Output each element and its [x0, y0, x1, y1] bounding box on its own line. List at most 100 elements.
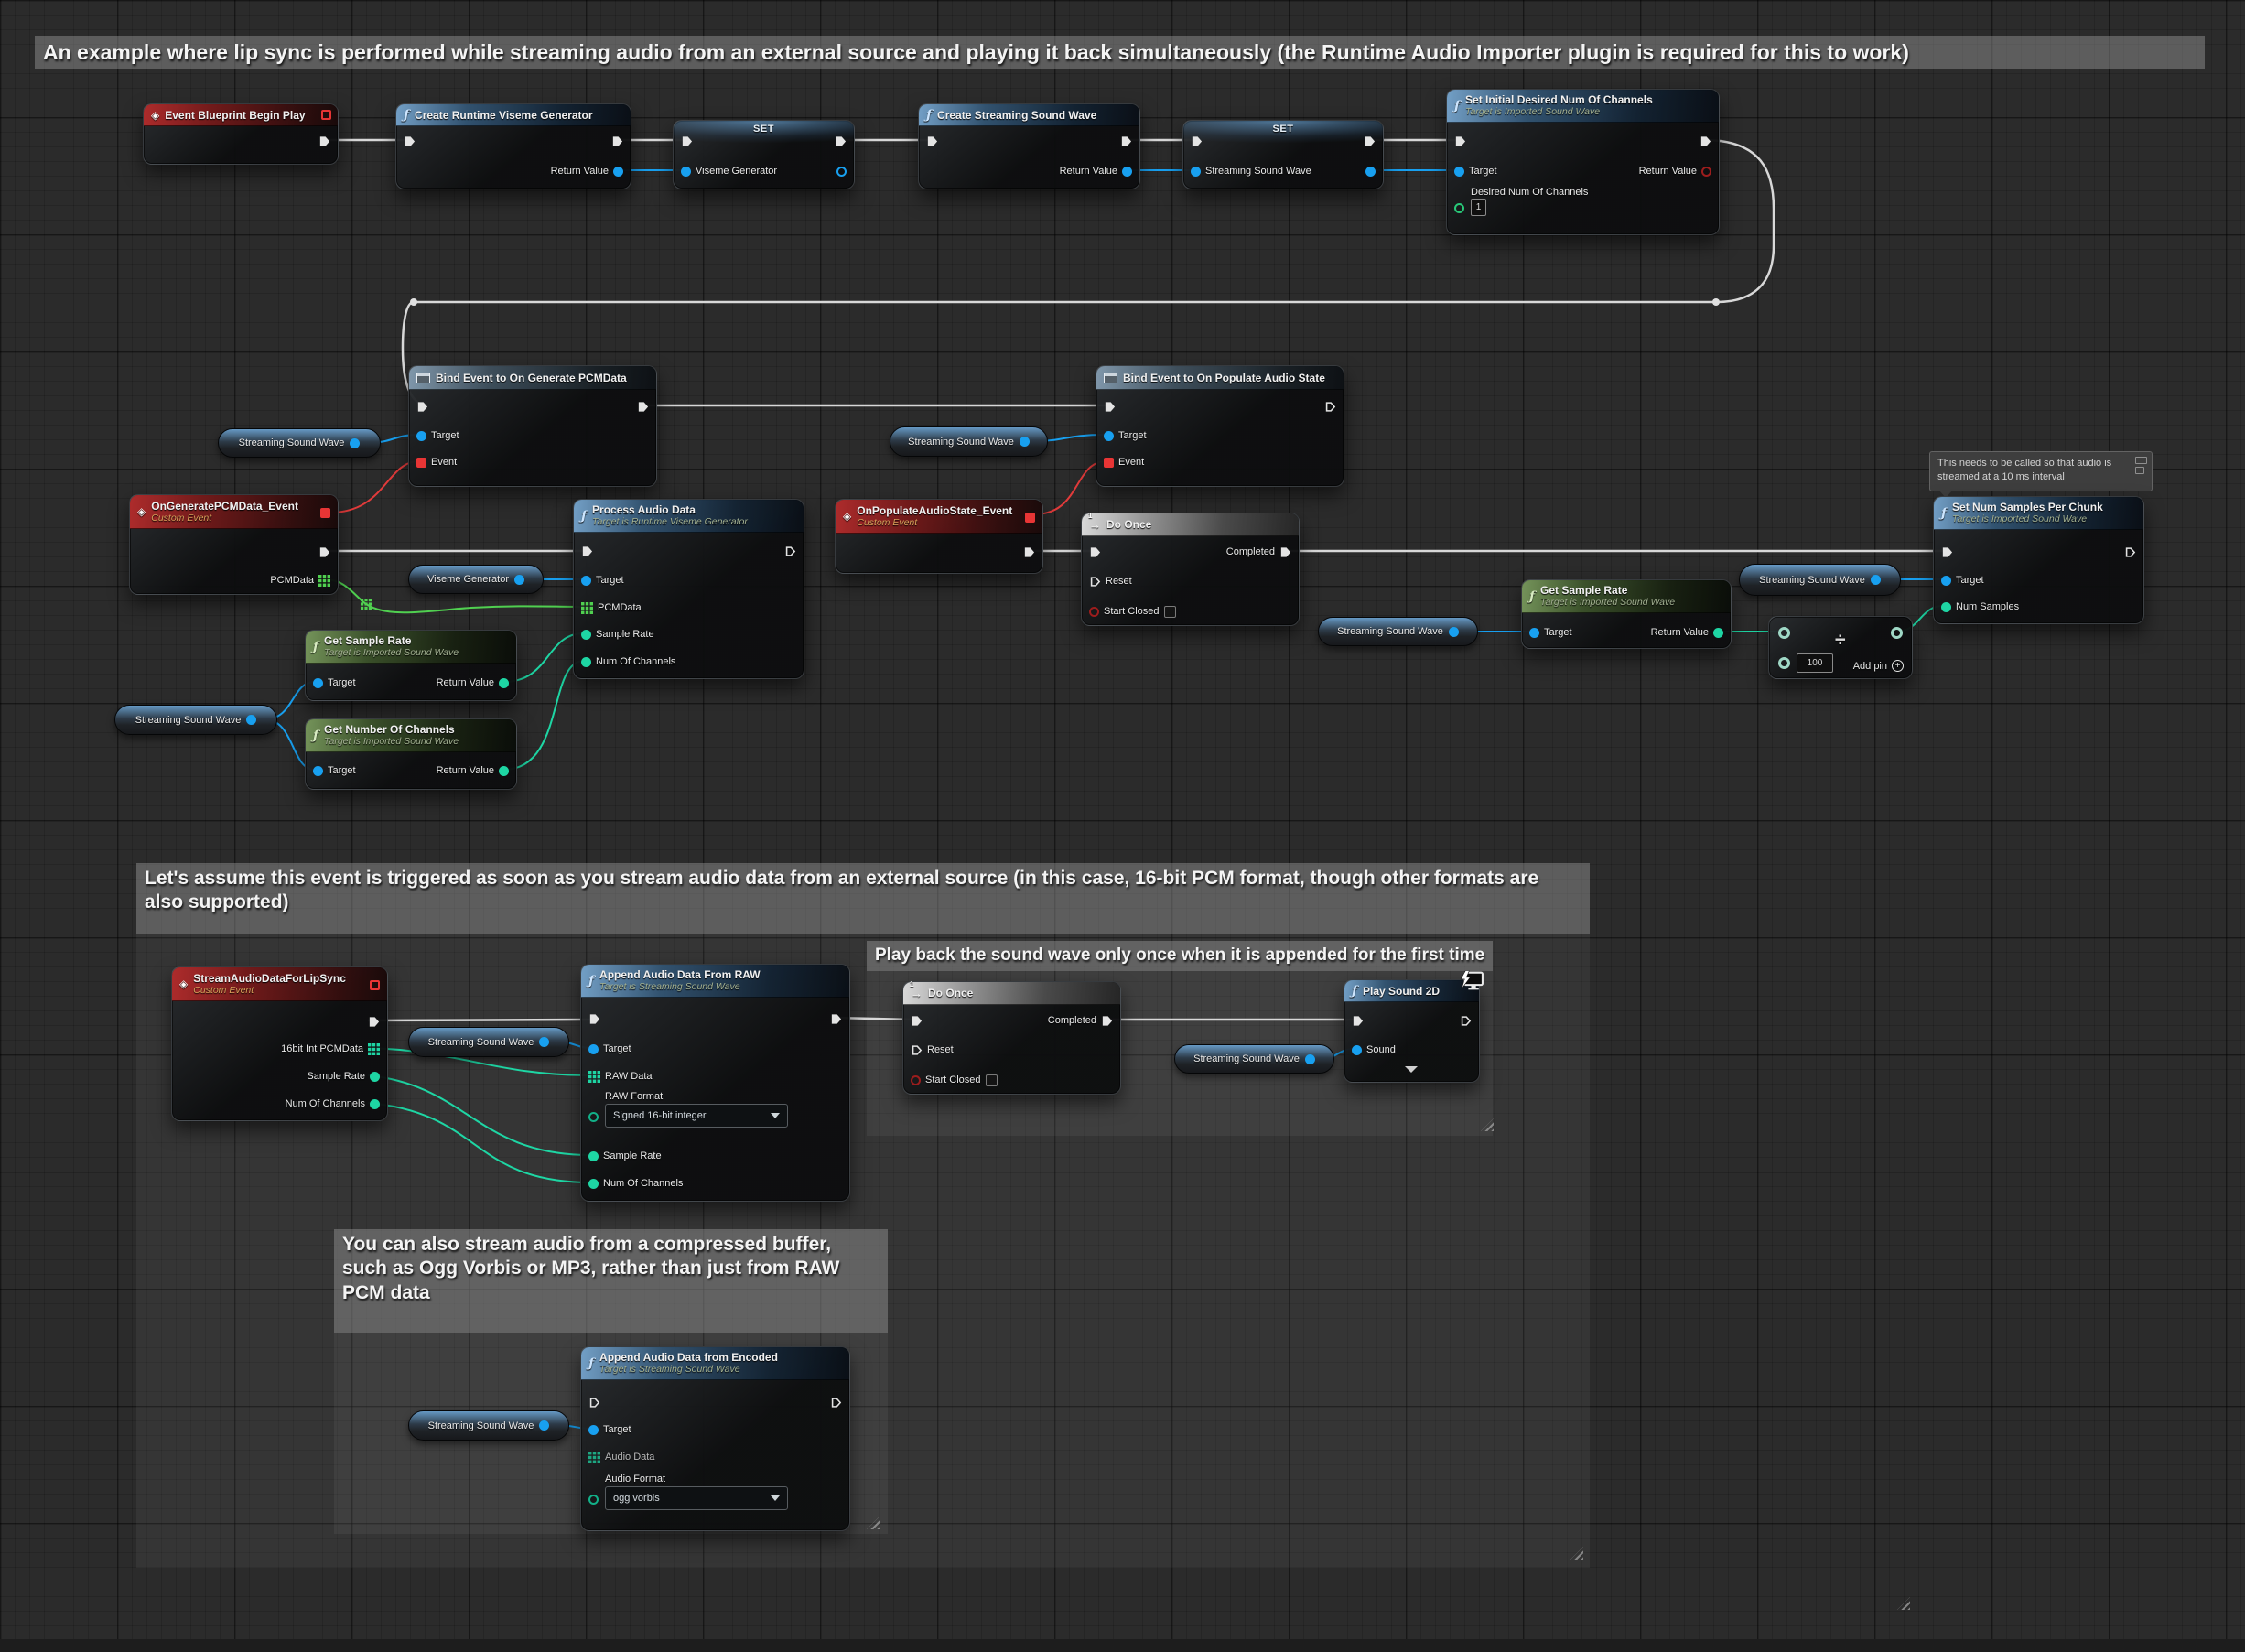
- delegate-pin[interactable]: [1025, 513, 1035, 523]
- delegate-pin[interactable]: [321, 110, 331, 120]
- target-pin[interactable]: Target: [313, 764, 356, 777]
- audio-data-pin[interactable]: Audio Data: [588, 1451, 654, 1463]
- output-pin[interactable]: [539, 1420, 549, 1431]
- num-of-channels-pin[interactable]: Num Of Channels: [588, 1177, 683, 1190]
- event-delegate-pin[interactable]: Event: [416, 456, 457, 469]
- exec-in-pin[interactable]: [1191, 135, 1203, 147]
- exec-out-pin[interactable]: [830, 1012, 842, 1025]
- variable-get-streaming-sound-wave[interactable]: Streaming Sound Wave: [890, 426, 1048, 457]
- exec-out-pin[interactable]: [318, 545, 330, 558]
- output-pin[interactable]: [246, 715, 256, 725]
- pcm16-out-pin[interactable]: 16bit Int PCMData: [281, 1042, 380, 1055]
- node-set-viseme-generator[interactable]: SET Viseme Generator: [673, 120, 855, 189]
- output-pin[interactable]: [539, 1037, 549, 1047]
- num-samples-pin[interactable]: Num Samples: [1941, 600, 2019, 613]
- output-pin[interactable]: [1449, 627, 1459, 637]
- node-event-begin-play[interactable]: ◈ Event Blueprint Begin Play: [143, 103, 339, 165]
- node-onpopulateaudiostate-event[interactable]: ◈ OnPopulateAudioState_EventCustom Event: [835, 499, 1043, 574]
- divide-input-a-pin[interactable]: [1778, 626, 1790, 639]
- exec-in-pin[interactable]: [588, 1012, 600, 1025]
- return-value-pin[interactable]: Return Value: [1639, 165, 1711, 178]
- node-get-sample-rate[interactable]: ƒ Get Sample RateTarget is Imported Soun…: [305, 630, 517, 701]
- delegate-pin[interactable]: [320, 508, 330, 518]
- exec-in-pin[interactable]: [926, 135, 938, 147]
- exec-out-pin[interactable]: [1364, 135, 1376, 147]
- completed-exec-out-pin[interactable]: Completed: [1048, 1014, 1113, 1027]
- return-value-pin[interactable]: Return Value: [551, 165, 623, 178]
- exec-out-pin[interactable]: [1324, 400, 1336, 413]
- sound-pin[interactable]: Sound: [1352, 1043, 1396, 1056]
- exec-out-pin[interactable]: [318, 135, 330, 147]
- return-value-pin[interactable]: Return Value: [437, 764, 509, 777]
- node-set-initial-desired-num-of-channels[interactable]: ƒ Set Initial Desired Num Of ChannelsTar…: [1446, 89, 1720, 235]
- start-closed-pin[interactable]: Start Closed: [911, 1074, 998, 1086]
- divide-input-b-pin[interactable]: [1778, 656, 1790, 669]
- output-pin[interactable]: [1305, 1054, 1315, 1064]
- node-append-audio-data-from-encoded[interactable]: ƒ Append Audio Data from EncodedTarget i…: [580, 1346, 850, 1531]
- output-pin[interactable]: [514, 575, 524, 585]
- exec-in-pin[interactable]: [911, 1014, 923, 1027]
- audio-format-pin[interactable]: [588, 1493, 599, 1506]
- comment-title-assume[interactable]: Let's assume this event is triggered as …: [136, 863, 1590, 934]
- exec-out-pin[interactable]: [835, 135, 847, 147]
- bubble-pin-icon[interactable]: [2135, 457, 2147, 474]
- target-pin[interactable]: Target: [581, 574, 624, 587]
- target-pin[interactable]: Target: [416, 429, 459, 442]
- variable-get-viseme-generator[interactable]: Viseme Generator: [408, 565, 544, 594]
- return-value-pin[interactable]: Return Value: [1651, 626, 1723, 639]
- variable-get-streaming-sound-wave[interactable]: Streaming Sound Wave: [1318, 617, 1478, 646]
- sample-rate-out-pin[interactable]: Sample Rate: [307, 1070, 380, 1083]
- delegate-pin[interactable]: [370, 980, 380, 990]
- raw-format-dropdown[interactable]: Signed 16-bit integer: [605, 1104, 788, 1128]
- exec-out-pin[interactable]: [2124, 545, 2136, 558]
- completed-exec-out-pin[interactable]: Completed: [1226, 545, 1291, 558]
- expand-advanced-pins-icon[interactable]: [1405, 1066, 1418, 1073]
- streaming-sound-wave-out-pin[interactable]: [1365, 165, 1376, 178]
- num-of-channels-out-pin[interactable]: Num Of Channels: [286, 1097, 380, 1110]
- variable-get-streaming-sound-wave[interactable]: Streaming Sound Wave: [1174, 1044, 1334, 1074]
- node-get-sample-rate-2[interactable]: ƒ Get Sample RateTarget is Imported Soun…: [1521, 579, 1732, 649]
- reset-exec-in-pin[interactable]: Reset: [911, 1043, 954, 1056]
- node-create-runtime-viseme-generator[interactable]: ƒ Create Runtime Viseme Generator Return…: [395, 103, 631, 189]
- node-do-once[interactable]: 1→ Do Once Completed Reset Start Closed: [1081, 513, 1300, 626]
- variable-get-streaming-sound-wave[interactable]: Streaming Sound Wave: [408, 1410, 569, 1441]
- divide-value-box[interactable]: 100: [1797, 653, 1833, 673]
- exec-in-pin[interactable]: [416, 400, 428, 413]
- variable-get-streaming-sound-wave[interactable]: Streaming Sound Wave: [218, 428, 381, 458]
- exec-in-pin[interactable]: [1104, 400, 1116, 413]
- variable-get-streaming-sound-wave[interactable]: Streaming Sound Wave: [408, 1027, 569, 1057]
- comment-resize-handle[interactable]: [1897, 1597, 1910, 1610]
- start-closed-checkbox[interactable]: [1164, 606, 1176, 618]
- variable-get-streaming-sound-wave[interactable]: Streaming Sound Wave: [114, 705, 277, 735]
- node-create-streaming-sound-wave[interactable]: ƒ Create Streaming Sound Wave Return Val…: [918, 103, 1140, 189]
- target-pin[interactable]: Target: [1941, 574, 1984, 587]
- node-bind-event-on-generate-pcmdata[interactable]: Bind Event to On Generate PCMData Target…: [408, 365, 657, 487]
- exec-in-pin[interactable]: [1352, 1014, 1364, 1027]
- node-set-streaming-sound-wave[interactable]: SET Streaming Sound Wave: [1182, 120, 1384, 189]
- exec-in-pin[interactable]: [1454, 135, 1466, 147]
- exec-out-pin[interactable]: [368, 1015, 380, 1028]
- exec-out-pin[interactable]: [1120, 135, 1132, 147]
- reset-exec-in-pin[interactable]: Reset: [1089, 575, 1132, 588]
- desired-num-of-channels-value[interactable]: 1: [1471, 199, 1486, 216]
- target-pin[interactable]: Target: [1454, 165, 1497, 178]
- node-get-number-of-channels[interactable]: ƒ Get Number Of ChannelsTarget is Import…: [305, 718, 517, 790]
- comment-title-playback[interactable]: Play back the sound wave only once when …: [867, 941, 1493, 971]
- node-streamaudiodataforlipsync-event[interactable]: ◈ StreamAudioDataForLipSyncCustom Event …: [171, 966, 388, 1121]
- node-play-sound-2d[interactable]: ƒ Play Sound 2D Sound: [1344, 979, 1480, 1083]
- node-set-num-samples-per-chunk[interactable]: ƒ Set Num Samples Per ChunkTarget is Imp…: [1933, 496, 2144, 624]
- desired-num-of-channels-pin[interactable]: [1454, 201, 1464, 214]
- exec-in-pin[interactable]: [1089, 545, 1101, 558]
- node-process-audio-data[interactable]: ƒ Process Audio DataTarget is Runtime Vi…: [573, 499, 804, 679]
- node-append-audio-data-from-raw[interactable]: ƒ Append Audio Data From RAWTarget is St…: [580, 964, 850, 1202]
- raw-format-pin[interactable]: [588, 1110, 599, 1123]
- exec-out-pin[interactable]: [611, 135, 623, 147]
- divide-output-pin[interactable]: [1891, 626, 1903, 639]
- return-value-pin[interactable]: Return Value: [1060, 165, 1132, 178]
- exec-out-pin[interactable]: [784, 545, 796, 557]
- comment-title-main[interactable]: An example where lip sync is performed w…: [35, 36, 2205, 69]
- exec-out-pin[interactable]: [637, 400, 649, 413]
- exec-in-pin[interactable]: [588, 1396, 600, 1409]
- output-pin[interactable]: [1020, 437, 1030, 447]
- bubble-comment-10ms[interactable]: This needs to be called so that audio is…: [1929, 451, 2153, 491]
